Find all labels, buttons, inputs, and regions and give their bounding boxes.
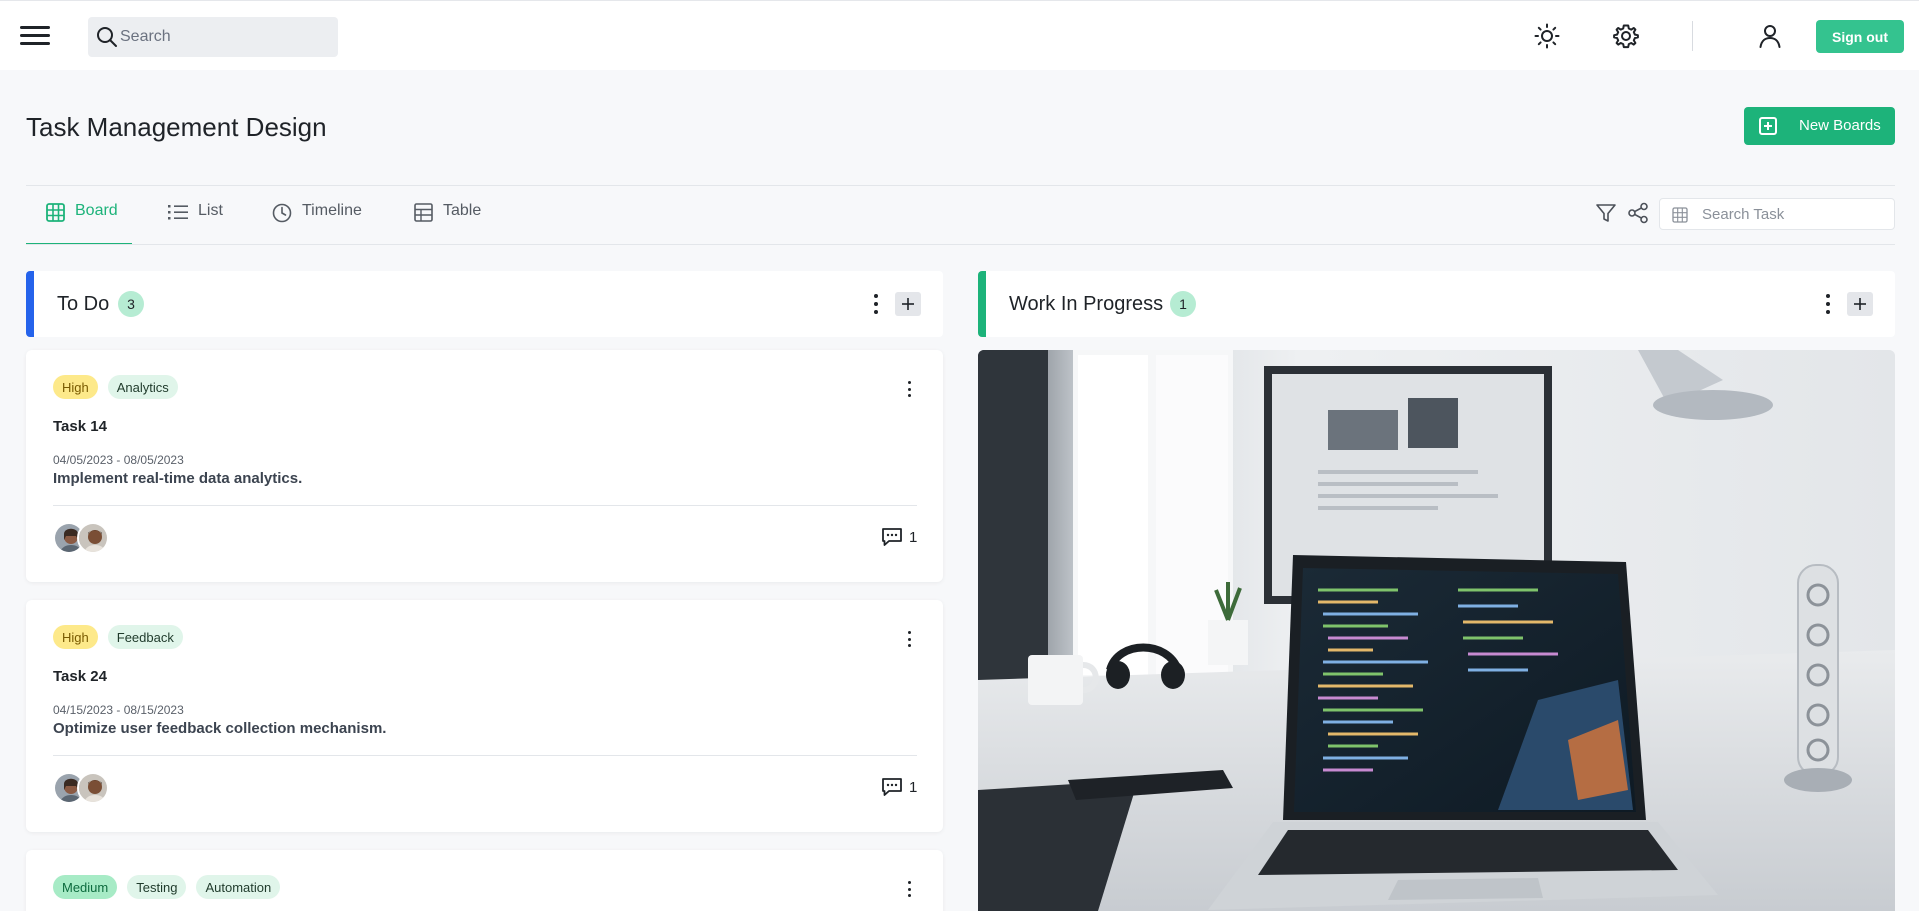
- priority-tag: High: [53, 375, 98, 399]
- column-header-in-progress: Work In Progress 1: [978, 271, 1895, 337]
- task-card[interactable]: High Analytics Task 14 04/05/2023 - 08/0…: [26, 350, 943, 582]
- task-card[interactable]: High Feedback Task 24 04/15/2023 - 08/15…: [26, 600, 943, 832]
- add-task-button[interactable]: [1847, 292, 1873, 316]
- search-input[interactable]: [120, 17, 330, 57]
- column-header-todo: To Do 3: [26, 271, 943, 337]
- column-title: To Do: [57, 293, 110, 315]
- top-bar: Sign out: [0, 0, 1919, 70]
- grid-icon: [1672, 207, 1688, 223]
- task-card[interactable]: Medium Testing Automation: [26, 850, 943, 911]
- task-search[interactable]: [1659, 198, 1895, 230]
- comment-count: 1: [909, 778, 918, 796]
- task-description: Implement real-time data analytics.: [53, 470, 303, 487]
- plus-square-icon: [1759, 117, 1777, 135]
- tab-label: Board: [75, 202, 118, 219]
- comments-button[interactable]: 1: [881, 527, 917, 547]
- comment-icon: [882, 778, 902, 796]
- avatar[interactable]: [77, 772, 109, 804]
- add-task-button[interactable]: [895, 292, 921, 316]
- task-cover-image[interactable]: [978, 350, 1895, 911]
- menu-icon[interactable]: [20, 24, 50, 48]
- category-tag: Analytics: [107, 375, 178, 399]
- card-divider: [53, 505, 917, 506]
- tag-list: High Analytics: [53, 375, 178, 399]
- card-divider: [53, 755, 917, 756]
- user-icon[interactable]: [1755, 21, 1785, 51]
- new-boards-button[interactable]: New Boards: [1744, 107, 1895, 145]
- column-more-icon[interactable]: [870, 292, 882, 316]
- grid-icon: [46, 203, 65, 222]
- clock-icon: [272, 203, 292, 223]
- tab-list[interactable]: List: [168, 202, 223, 246]
- card-more-icon[interactable]: [906, 631, 912, 647]
- priority-tag: Medium: [53, 875, 118, 899]
- priority-tag: High: [53, 625, 98, 649]
- new-boards-label: New Boards: [1799, 117, 1881, 134]
- column-count-badge: 3: [118, 291, 144, 317]
- column-count-badge: 1: [1170, 291, 1196, 317]
- tab-board[interactable]: Board: [46, 202, 118, 246]
- tab-label: Table: [443, 202, 482, 219]
- card-more-icon[interactable]: [906, 381, 912, 397]
- tab-label: List: [198, 202, 223, 219]
- column-accent: [978, 271, 986, 337]
- gear-icon[interactable]: [1611, 21, 1641, 51]
- tabs-divider: [26, 244, 1895, 245]
- category-tag: Feedback: [107, 625, 183, 649]
- share-icon[interactable]: [1627, 202, 1649, 224]
- column-more-icon[interactable]: [1822, 292, 1834, 316]
- comments-button[interactable]: 1: [881, 777, 917, 797]
- task-dates: 04/05/2023 - 08/05/2023: [53, 453, 184, 467]
- list-icon: [168, 205, 188, 220]
- assignee-avatars: [53, 522, 113, 556]
- column-accent: [26, 271, 34, 337]
- filter-icon[interactable]: [1595, 202, 1617, 224]
- plus-icon: [902, 298, 914, 310]
- task-search-input[interactable]: [1702, 199, 1888, 229]
- category-tag: Testing: [127, 875, 187, 899]
- comment-count: 1: [909, 528, 918, 546]
- global-search[interactable]: [88, 17, 338, 57]
- tab-label: Timeline: [302, 202, 362, 219]
- tab-timeline[interactable]: Timeline: [272, 202, 362, 246]
- plus-icon: [1854, 298, 1866, 310]
- task-name: Task 24: [53, 668, 107, 685]
- sign-out-button[interactable]: Sign out: [1816, 20, 1904, 53]
- task-dates: 04/15/2023 - 08/15/2023: [53, 703, 184, 717]
- column-title: Work In Progress: [1009, 293, 1164, 315]
- tag-list: High Feedback: [53, 625, 183, 649]
- laptop-desk-photo: [978, 350, 1895, 911]
- card-more-icon[interactable]: [906, 881, 912, 897]
- page-title: Task Management Design: [26, 112, 327, 142]
- assignee-avatars: [53, 772, 113, 806]
- table-icon: [414, 203, 433, 222]
- tag-list: Medium Testing Automation: [53, 875, 281, 899]
- sun-icon[interactable]: [1532, 21, 1562, 51]
- task-description: Optimize user feedback collection mechan…: [53, 720, 387, 737]
- divider: [26, 185, 1895, 186]
- tab-table[interactable]: Table: [414, 202, 481, 246]
- comment-icon: [882, 528, 902, 546]
- search-icon: [97, 27, 117, 47]
- task-name: Task 14: [53, 418, 107, 435]
- category-tag: Automation: [196, 875, 281, 899]
- avatar[interactable]: [77, 522, 109, 554]
- header-divider: [1692, 21, 1693, 51]
